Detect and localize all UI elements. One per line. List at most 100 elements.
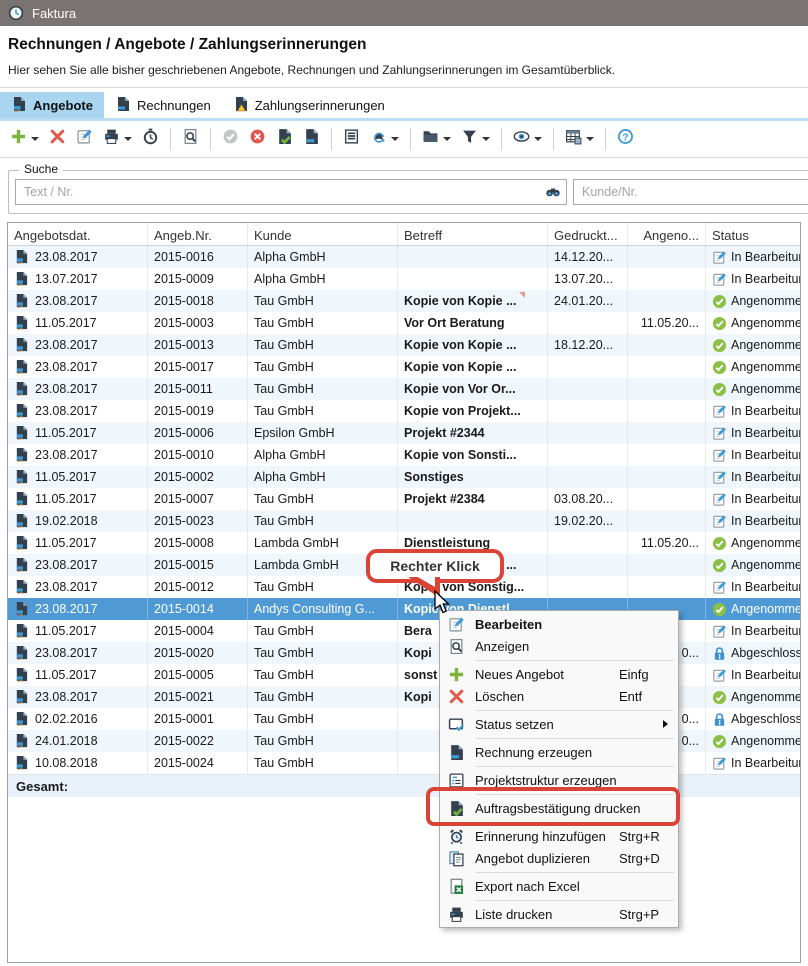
customer-search-input[interactable] [573,179,808,205]
header-divider [0,87,808,88]
toolbar-doc-export-button[interactable] [299,125,324,153]
toolbar-view-button[interactable] [509,125,546,153]
cell-angebotsdatum: 23.08.2017 [8,576,148,598]
toolbar-separator [210,128,211,150]
toolbar-report-button[interactable] [339,125,364,153]
table-row[interactable]: 11.05.20172015-0006Epsilon GmbHProjekt #… [8,422,800,444]
menu-item-anzeigen[interactable]: Anzeigen [440,635,678,657]
menu-item-auftragsbestaetigung-drucken[interactable]: Auftragsbestätigung drucken [440,797,678,819]
cell-angebotsnummer: 2015-0010 [148,444,248,466]
tab-rechnungen[interactable]: Rechnungen [104,92,222,118]
table-row[interactable]: 24.01.20182015-0022Tau GmbH0...Angenomme… [8,730,800,752]
column-header-4[interactable]: Gedruckt... [548,223,628,245]
menu-item-rechnung-erzeugen[interactable]: Rechnung erzeugen [440,741,678,763]
binoculars-icon[interactable] [545,184,561,200]
menu-item-neues-angebot[interactable]: Neues AngebotEinfg [440,663,678,685]
right-click-callout: Rechter Klick [366,549,504,583]
toolbar-preview-button[interactable] [178,125,203,153]
toolbar-refresh-layout-button[interactable] [366,125,403,153]
cell-angebotsnummer: 2015-0009 [148,268,248,290]
toolbar-delete-button[interactable] [45,125,70,153]
menu-item-erinnerung-hinzufuegen[interactable]: Erinnerung hinzufügenStrg+R [440,825,678,847]
cell-angebotsdatum: 11.05.2017 [8,312,148,334]
status-badge: In Bearbeitung [731,624,800,638]
quote-doc-icon [14,381,29,397]
table-row[interactable]: 11.05.20172015-0003Tau GmbHVor Ort Berat… [8,312,800,334]
table-row[interactable]: 19.02.20182015-0023Tau GmbH19.02.20...In… [8,510,800,532]
column-header-6[interactable]: Status [706,223,800,245]
toolbar-doc-accept-button[interactable] [272,125,297,153]
search-group-label: Suche [19,162,63,176]
table-row[interactable]: 13.07.20172015-0009Alpha GmbH13.07.20...… [8,268,800,290]
tab-angebote[interactable]: Angebote [0,92,104,118]
table-row[interactable]: 23.08.20172015-0013Tau GmbHKopie von Kop… [8,334,800,356]
cell-status: In Bearbeitung [706,422,800,444]
quote-doc-icon [14,579,29,595]
menu-shortcut: Entf [619,689,642,704]
menu-item-export-nach-excel[interactable]: Export nach Excel [440,875,678,897]
toolbar-help-button[interactable]: ? [613,125,638,153]
menu-item-angebot-duplizieren[interactable]: Angebot duplizierenStrg+D [440,847,678,869]
table-row[interactable]: 23.08.20172015-0021Tau GmbHKopiAngenomme… [8,686,800,708]
cell-angebotsdatum: 19.02.2018 [8,510,148,532]
menu-item-bearbeiten[interactable]: Bearbeiten [440,613,678,635]
print-icon [448,906,465,923]
table-row[interactable]: 11.05.20172015-0005Tau GmbHsonstIn Bearb… [8,664,800,686]
toolbar-filter-button[interactable] [457,125,494,153]
cell-status: In Bearbeitung [706,466,800,488]
toolbar-approve-button[interactable] [218,125,243,153]
menu-item-status-setzen[interactable]: Status setzen [440,713,678,735]
status-badge: Angenommen [731,316,800,330]
menu-item-liste-drucken[interactable]: Liste druckenStrg+P [440,903,678,925]
table-row[interactable]: 23.08.20172015-0017Tau GmbHKopie von Kop… [8,356,800,378]
menu-item-loeschen[interactable]: LöschenEntf [440,685,678,707]
status-badge: In Bearbeitung [731,426,800,440]
toolbar-print-button[interactable] [99,125,136,153]
cell-angenommen [628,466,706,488]
tab-zahlungserinnerungen[interactable]: Zahlungserinnerungen [222,92,396,118]
table-row[interactable]: 10.08.20182015-0024Tau GmbHIn Bearbeitun… [8,752,800,774]
cell-gedruckt [548,576,628,598]
column-header-0[interactable]: Angebotsdat. [8,223,148,245]
column-header-3[interactable]: Betreff [398,223,548,245]
table-row[interactable]: 23.08.20172015-0019Tau GmbHKopie von Pro… [8,400,800,422]
toolbar-reject-button[interactable] [245,125,270,153]
alarm-icon [448,828,465,845]
search-input[interactable] [15,179,567,205]
column-header-1[interactable]: Angeb.Nr. [148,223,248,245]
check-circle-icon [712,558,727,573]
table-row[interactable]: 23.08.20172015-0010Alpha GmbHKopie von S… [8,444,800,466]
cell-angenommen [628,444,706,466]
table-row[interactable]: 23.08.20172015-0014Andys Consulting G...… [8,598,800,620]
chevron-down-icon [586,137,594,141]
menu-separator [476,822,674,823]
cell-angenommen [628,400,706,422]
table-row[interactable]: 23.08.20172015-0020Tau GmbHKopi0...Abges… [8,642,800,664]
toolbar-new-offer-button[interactable] [6,125,43,153]
cell-status: In Bearbeitung [706,444,800,466]
toolbar-folder-button[interactable] [418,125,455,153]
column-header-5[interactable]: Angeno... [628,223,706,245]
quote-doc-icon [14,535,29,551]
table-row[interactable]: 11.05.20172015-0007Tau GmbHProjekt #2384… [8,488,800,510]
cell-angebotsdatum: 13.07.2017 [8,268,148,290]
table-row[interactable]: 02.02.20162015-0001Tau GmbH0...Abgeschlo… [8,708,800,730]
note-marker-icon [519,292,525,298]
table-row[interactable]: 11.05.20172015-0002Alpha GmbHSonstigesIn… [8,466,800,488]
quote-doc-icon [14,667,29,683]
search-input-wrap [15,179,567,205]
column-header-2[interactable]: Kunde [248,223,398,245]
cell-angebotsdatum: 23.08.2017 [8,246,148,268]
cell-angebotsnummer: 2015-0023 [148,510,248,532]
table-row[interactable]: 11.05.20172015-0004Tau GmbHBeraIn Bearbe… [8,620,800,642]
toolbar-edit-button[interactable] [72,125,97,153]
table-row[interactable]: 23.08.20172015-0018Tau GmbHKopie von Kop… [8,290,800,312]
table-row[interactable]: 23.08.20172015-0016Alpha GmbH14.12.20...… [8,246,800,268]
quote-doc-icon [14,645,29,661]
check-circle-icon [712,734,727,749]
toolbar-table-settings-button[interactable] [561,125,598,153]
toolbar-history-button[interactable] [138,125,163,153]
menu-item-projektstruktur-erzeugen[interactable]: Projektstruktur erzeugen [440,769,678,791]
table-row[interactable]: 23.08.20172015-0011Tau GmbHKopie von Vor… [8,378,800,400]
project-icon [448,772,465,789]
